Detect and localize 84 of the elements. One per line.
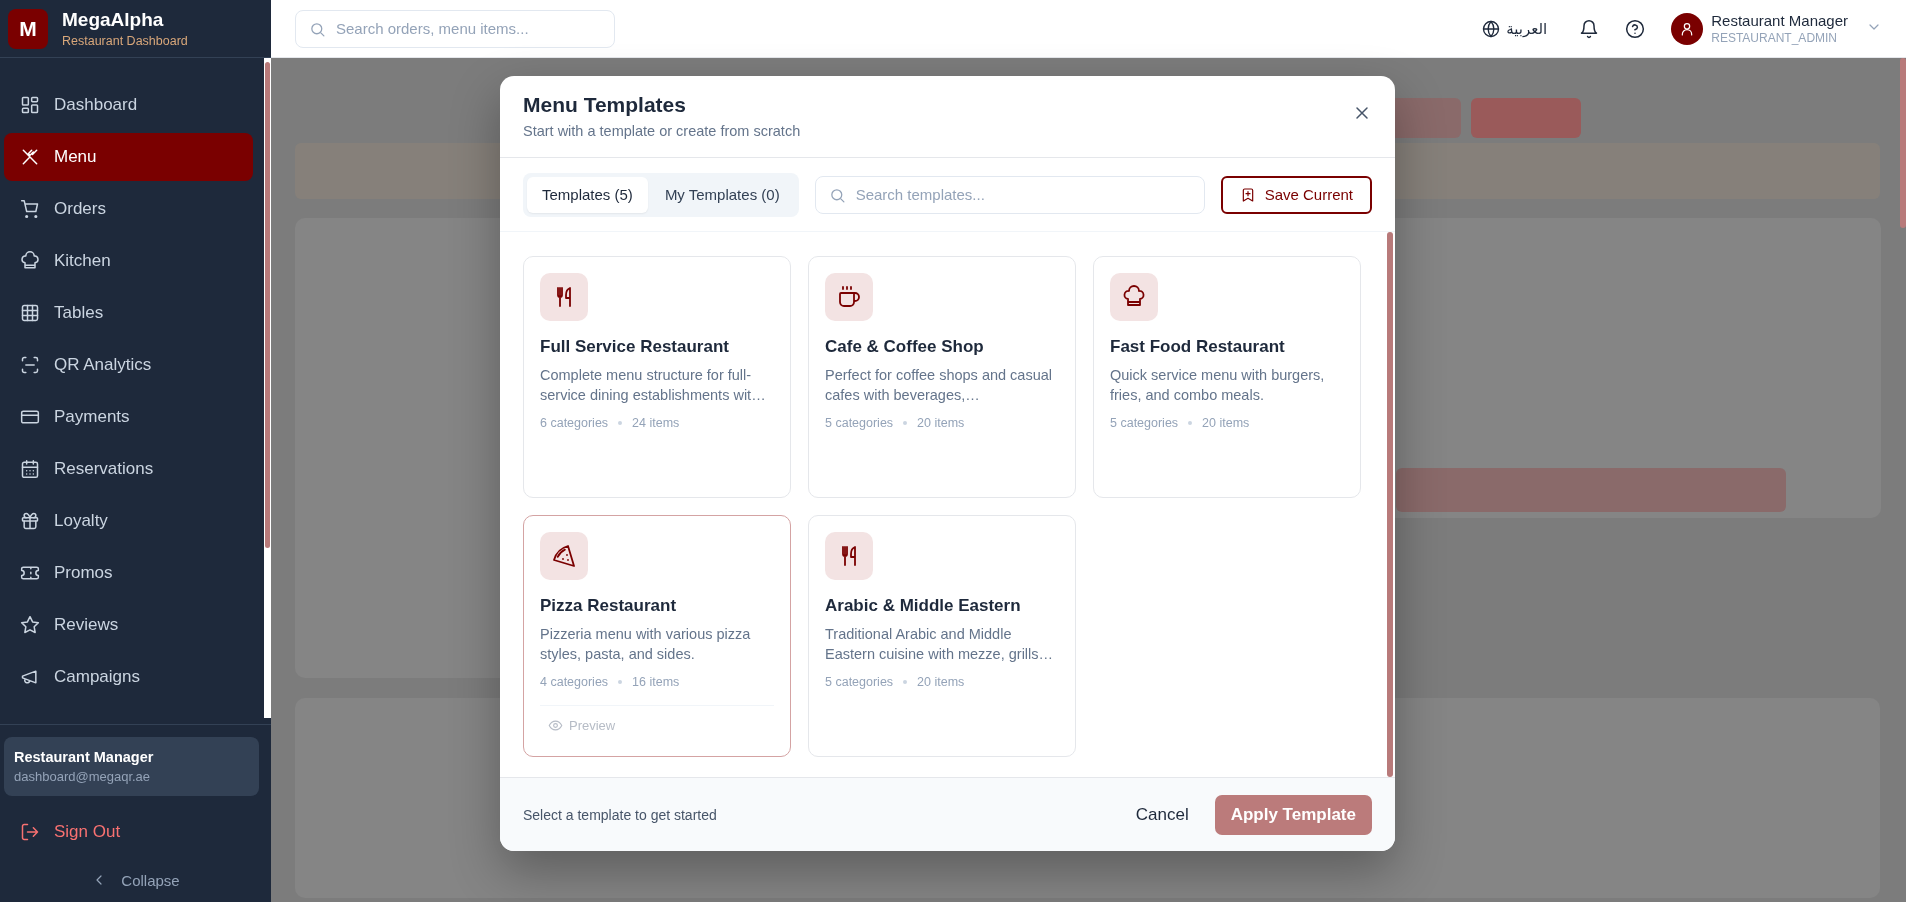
cart-icon	[20, 199, 40, 219]
template-card[interactable]: Cafe & Coffee Shop Perfect for coffee shops and casual cafes with beverages,… 5 categories 20 items	[808, 256, 1076, 498]
card-icon	[20, 407, 40, 427]
sidebar-item[interactable]: Kitchen	[4, 237, 253, 285]
avatar[interactable]	[1671, 12, 1704, 45]
help-button[interactable]	[1625, 18, 1646, 39]
template-card[interactable]: Pizza Restaurant Pizzeria menu with various pizza styles, pasta, and sides. 4 categories 16 items Preview	[523, 515, 791, 757]
gift-icon	[20, 511, 40, 531]
template-title: Full Service Restaurant	[540, 337, 730, 357]
ticket-icon	[20, 563, 40, 583]
user-name: Restaurant Manager	[1711, 12, 1848, 29]
brand-name: MegaAlpha	[62, 9, 165, 31]
bell-icon	[1579, 18, 1600, 39]
sidebar-item[interactable]: Campaigns	[4, 653, 253, 701]
template-title: Cafe & Coffee Shop	[825, 337, 985, 357]
scan-icon	[20, 355, 40, 375]
eye-icon	[548, 717, 563, 733]
scrollbar-thumb[interactable]	[1387, 232, 1393, 777]
sidebar-item[interactable]: Reservations	[4, 445, 253, 493]
collapse-button[interactable]: Collapse	[0, 858, 271, 902]
user-name: Restaurant Manager	[14, 749, 155, 765]
template-description: Traditional Arabic and Middle Eastern cuisine with mezze, grills…	[825, 625, 1055, 665]
tab[interactable]: My Templates (0)	[649, 176, 795, 213]
template-description: Quick service menu with burgers, fries, and combo meals.	[1110, 366, 1326, 406]
user-role: RESTAURANT_ADMIN	[1711, 31, 1839, 45]
template-title: Arabic & Middle Eastern	[825, 596, 1022, 616]
scrollbar-thumb[interactable]	[265, 62, 270, 548]
grid-icon	[20, 303, 40, 323]
template-title: Pizza Restaurant	[540, 596, 678, 616]
dashboard-icon	[20, 95, 40, 115]
cancel-button[interactable]: Cancel	[1119, 794, 1205, 835]
brand-subtitle: Restaurant Dashboard	[62, 34, 188, 48]
item-count: 20 items	[1202, 415, 1250, 430]
scrollbar-thumb[interactable]	[1900, 58, 1906, 228]
sidebar-item[interactable]: Menu	[4, 133, 253, 181]
template-description: Pizzeria menu with various pizza styles, pasta, and sides.	[540, 625, 752, 665]
template-description: Perfect for coffee shops and casual cafes with beverages,…	[825, 366, 1054, 406]
sidebar-item[interactable]: Tables	[4, 289, 253, 337]
search-field[interactable]: Search templates...	[814, 175, 1205, 214]
footer-hint: Select a template to get started	[523, 806, 717, 823]
item-count: 16 items	[632, 674, 680, 689]
template-card[interactable]: Arabic & Middle Eastern Traditional Arabic and Middle Eastern cuisine with mezze, grills… 5 categories 20 items	[808, 515, 1076, 757]
template-description: Complete menu structure for full-service dining establishments wit…	[540, 366, 767, 406]
help-icon	[1625, 18, 1646, 39]
chef-hat-icon	[1122, 285, 1146, 309]
sidebar-item[interactable]: Loyalty	[4, 497, 253, 545]
sidebar-item[interactable]: Reviews	[4, 601, 253, 649]
item-count: 24 items	[632, 415, 680, 430]
category-count: 6 categories	[540, 415, 609, 430]
template-card[interactable]: Full Service Restaurant Complete menu structure for full-service dining establishments wit… 6 categories 24 items	[523, 256, 791, 498]
item-count: 20 items	[917, 674, 965, 689]
category-count: 4 categories	[540, 674, 609, 689]
sidebar-item[interactable]: QR Analytics	[4, 341, 253, 389]
item-count: 20 items	[917, 415, 965, 430]
cup-icon	[837, 285, 861, 309]
category-count: 5 categories	[825, 674, 894, 689]
sign-out-link[interactable]: Sign Out	[0, 806, 271, 858]
language-button[interactable]: العربية	[1476, 18, 1554, 39]
sidebar-item[interactable]: Dashboard	[4, 81, 253, 129]
dialog-subtitle: Start with a template or create from scratch	[523, 123, 801, 139]
sidebar-item[interactable]: Promos	[4, 549, 253, 597]
logo: M	[8, 8, 48, 49]
category-count: 5 categories	[1110, 415, 1179, 430]
search-field[interactable]: Search orders, menu items...	[295, 9, 615, 48]
notifications-button[interactable]	[1579, 18, 1600, 39]
search-icon	[309, 20, 326, 38]
save-current-button[interactable]: Save Current	[1220, 175, 1372, 214]
dialog-title: Menu Templates	[523, 93, 687, 117]
star-icon	[20, 615, 40, 635]
user-email: dashboard@megaqr.ae	[14, 769, 152, 784]
search-icon	[828, 186, 846, 204]
fork-knife-icon	[20, 147, 40, 167]
template-card[interactable]: Fast Food Restaurant Quick service menu with burgers, fries, and combo meals. 5 categories 20 items	[1093, 256, 1361, 498]
globe-icon	[1482, 19, 1501, 38]
megaphone-icon	[20, 667, 40, 687]
tab[interactable]: Templates (5)	[527, 176, 648, 213]
sidebar-item[interactable]: Payments	[4, 393, 253, 441]
chef-hat-icon	[20, 251, 40, 271]
sign-out-icon	[20, 822, 40, 842]
sidebar-item[interactable]: Orders	[4, 185, 253, 233]
pizza-slice-icon	[552, 544, 576, 568]
calendar-icon	[20, 459, 40, 479]
category-count: 5 categories	[825, 415, 894, 430]
template-title: Fast Food Restaurant	[1110, 337, 1286, 357]
